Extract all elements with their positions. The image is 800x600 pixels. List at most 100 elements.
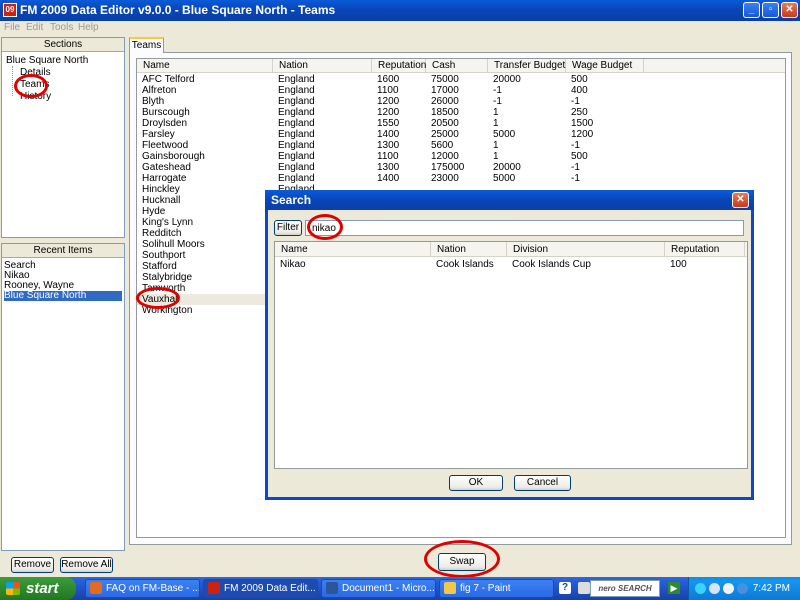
- col-name[interactable]: Name: [137, 59, 273, 73]
- table-cell: 12000: [431, 151, 459, 162]
- table-cell: England: [278, 118, 315, 129]
- table-cell: England: [278, 173, 315, 184]
- tree-item-teams[interactable]: Teams: [20, 79, 49, 90]
- table-cell: Burscough: [142, 107, 190, 118]
- dialog-close-icon[interactable]: ✕: [732, 192, 749, 208]
- table-row[interactable]: Burscough England 1200 18500 1 250: [137, 107, 785, 118]
- table-cell: Workington: [142, 305, 193, 316]
- tray-icon-3[interactable]: [723, 583, 734, 594]
- tree-item-history[interactable]: History: [20, 91, 51, 102]
- table-cell: Gainsborough: [142, 151, 205, 162]
- menu-help[interactable]: Help: [78, 22, 99, 33]
- table-cell: 250: [571, 107, 588, 118]
- table-cell: Stalybridge: [142, 272, 193, 283]
- table-cell: 1600: [377, 74, 400, 85]
- table-cell: England: [278, 129, 315, 140]
- col-reputation[interactable]: Reputation: [372, 59, 426, 73]
- tab-teams[interactable]: Teams: [129, 37, 164, 53]
- col-result-reputation[interactable]: Reputation: [665, 242, 745, 256]
- table-row[interactable]: Vauxhall: [137, 294, 265, 305]
- table-cell: Farsley: [142, 129, 175, 140]
- table-row[interactable]: AFC Telford England 1600 75000 20000 500: [137, 74, 785, 85]
- table-cell: 1400: [377, 129, 400, 140]
- result-name: Nikao: [280, 259, 306, 270]
- table-cell: -1: [493, 96, 502, 107]
- table-cell: Gateshead: [142, 162, 191, 173]
- start-button[interactable]: start: [0, 577, 76, 600]
- table-row[interactable]: Fleetwood England 1300 5600 1 -1: [137, 140, 785, 151]
- menu-file[interactable]: File: [4, 22, 20, 33]
- filter-input[interactable]: [305, 220, 744, 236]
- table-row[interactable]: Gateshead England 1300 175000 20000 -1: [137, 162, 785, 173]
- col-result-division[interactable]: Division: [507, 242, 665, 256]
- table-cell: -1: [571, 96, 580, 107]
- table-cell: 1100: [377, 151, 399, 162]
- table-cell: 5000: [493, 129, 516, 140]
- filter-button[interactable]: Filter: [274, 220, 302, 236]
- table-row[interactable]: Farsley England 1400 25000 5000 1200: [137, 129, 785, 140]
- close-icon[interactable]: ✕: [781, 2, 798, 18]
- table-cell: Harrogate: [142, 173, 187, 184]
- swap-button[interactable]: Swap: [438, 553, 486, 571]
- table-row[interactable]: Harrogate England 1400 23000 5000 -1: [137, 173, 785, 184]
- table-cell: -1: [571, 140, 580, 151]
- tray-icon-1[interactable]: [695, 583, 706, 594]
- help-icon[interactable]: ?: [559, 582, 571, 594]
- task-document1[interactable]: Document1 - Micro...: [321, 579, 436, 598]
- table-row[interactable]: Alfreton England 1100 17000 -1 400: [137, 85, 785, 96]
- table-cell: England: [278, 96, 315, 107]
- task-label: Document1 - Micro...: [342, 583, 435, 594]
- table-cell: 1300: [377, 140, 400, 151]
- table-cell: Alfreton: [142, 85, 177, 96]
- result-division: Cook Islands Cup: [512, 259, 591, 270]
- table-cell: -1: [571, 173, 580, 184]
- result-nation: Cook Islands: [436, 259, 494, 270]
- table-cell: 1200: [571, 129, 594, 140]
- table-cell: 1: [493, 151, 499, 162]
- recent-items-panel: Recent Items Search Nikao Rooney, Wayne …: [1, 243, 125, 551]
- recent-item-blue-square-north[interactable]: Blue Square North: [4, 291, 122, 301]
- table-row[interactable]: Droylsden England 1550 20500 1 1500: [137, 118, 785, 129]
- search-dialog-title[interactable]: Search ✕: [265, 190, 754, 210]
- task-label: fig 7 - Paint: [460, 583, 511, 594]
- network-icon[interactable]: [578, 582, 590, 594]
- tray-icon-4[interactable]: [737, 583, 748, 594]
- result-row[interactable]: Nikao Cook Islands Cook Islands Cup 100: [275, 259, 747, 270]
- title-bar[interactable]: 09 FM 2009 Data Editor v9.0.0 - Blue Squ…: [0, 0, 800, 21]
- table-row[interactable]: Gainsborough England 1100 12000 1 500: [137, 151, 785, 162]
- nero-search-box[interactable]: nero SEARCH: [590, 580, 660, 597]
- sections-panel: Sections Blue Square North Details Teams…: [1, 37, 125, 238]
- table-cell: -1: [571, 162, 580, 173]
- remove-button[interactable]: Remove: [11, 557, 54, 573]
- tree-root[interactable]: Blue Square North: [6, 55, 88, 66]
- table-cell: 25000: [431, 129, 459, 140]
- task-paint[interactable]: fig 7 - Paint: [439, 579, 554, 598]
- col-wage-budget[interactable]: Wage Budget: [566, 59, 644, 73]
- remove-all-button[interactable]: Remove All: [60, 557, 113, 573]
- col-transfer-budget[interactable]: Transfer Budget: [488, 59, 566, 73]
- menu-tools[interactable]: Tools: [50, 22, 73, 33]
- table-cell: Stafford: [142, 261, 177, 272]
- maximize-icon[interactable]: ▫: [762, 2, 779, 18]
- cancel-button[interactable]: Cancel: [514, 475, 571, 491]
- menu-edit[interactable]: Edit: [26, 22, 43, 33]
- word-icon: [326, 582, 338, 594]
- go-arrow-icon[interactable]: ▶: [668, 582, 680, 594]
- table-cell: 20000: [493, 74, 521, 85]
- col-result-nation[interactable]: Nation: [431, 242, 507, 256]
- table-cell: Hyde: [142, 206, 166, 217]
- task-faq-fm-base[interactable]: FAQ on FM-Base - ...: [85, 579, 200, 598]
- table-cell: 400: [571, 85, 588, 96]
- col-result-name[interactable]: Name: [275, 242, 431, 256]
- table-cell: 1: [493, 118, 499, 129]
- col-cash[interactable]: Cash: [426, 59, 488, 73]
- table-row[interactable]: Blyth England 1200 26000 -1 -1: [137, 96, 785, 107]
- tree-item-details[interactable]: Details: [20, 67, 51, 78]
- system-tray: 7:42 PM: [688, 577, 800, 600]
- task-fm-data-editor[interactable]: FM 2009 Data Edit...: [203, 579, 318, 598]
- col-nation[interactable]: Nation: [273, 59, 372, 73]
- tray-icon-2[interactable]: [709, 583, 720, 594]
- table-cell: 500: [571, 151, 588, 162]
- ok-button[interactable]: OK: [449, 475, 503, 491]
- minimize-icon[interactable]: _: [743, 2, 760, 18]
